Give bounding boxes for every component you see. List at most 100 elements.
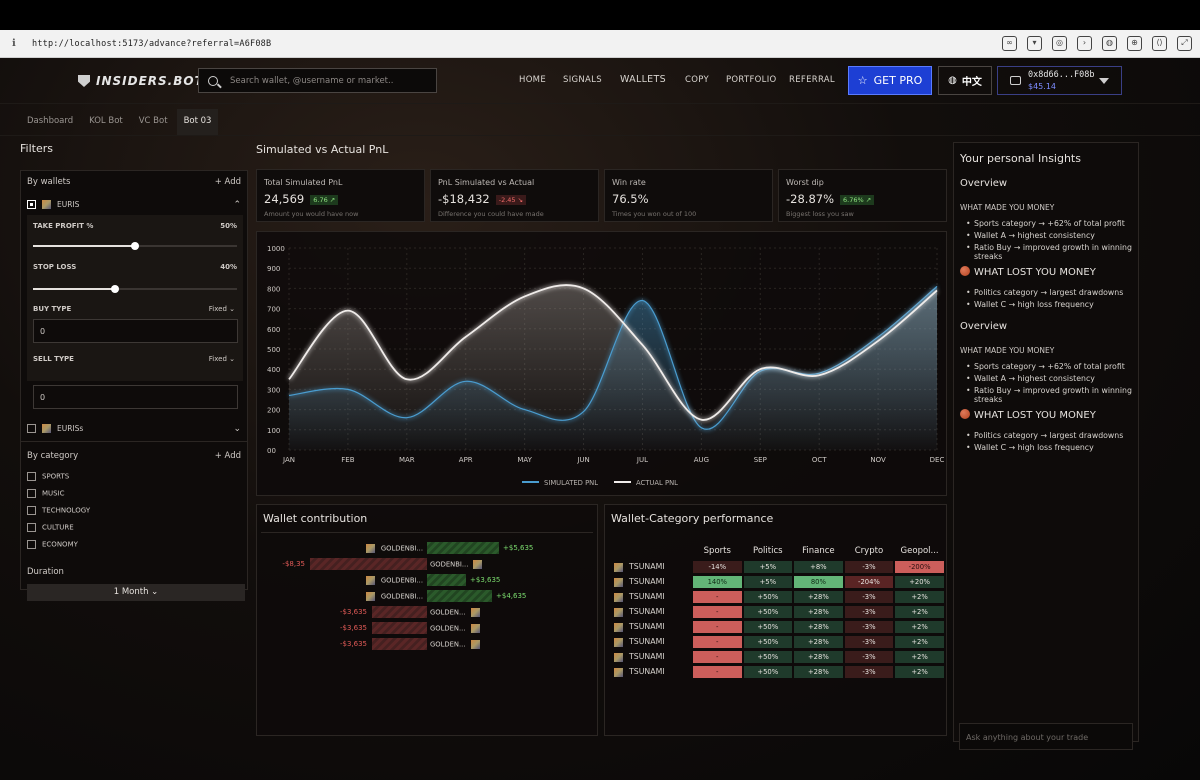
- performance-cell: +2%: [895, 651, 944, 663]
- negative-bar[interactable]: [310, 558, 427, 570]
- performance-cell: +2%: [895, 591, 944, 603]
- tab-vc-bot[interactable]: VC Bot: [132, 109, 175, 135]
- take-profit-slider[interactable]: [33, 242, 237, 250]
- category-checkbox[interactable]: [27, 523, 36, 532]
- search-box[interactable]: Search wallet, @username or market..: [198, 68, 437, 93]
- tab-bot-03[interactable]: Bot 03: [176, 109, 219, 135]
- tab-kol-bot[interactable]: KOL Bot: [82, 109, 130, 135]
- nav-home[interactable]: HOME: [519, 75, 546, 85]
- url-text[interactable]: http://localhost:5173/advance?referral=A…: [32, 39, 271, 49]
- target-icon[interactable]: ⊕: [1127, 36, 1142, 51]
- chevron-up-icon[interactable]: ⌃: [233, 200, 241, 210]
- avatar: [614, 607, 623, 617]
- chevron-down-icon[interactable]: ⌄: [233, 424, 241, 434]
- table-row[interactable]: TSUNAMI - +50% +28% -3% +2%: [612, 666, 944, 678]
- table-row[interactable]: TSUNAMI -14% +5% +8% -3% -200%: [612, 561, 944, 573]
- wallet-checkbox[interactable]: [27, 424, 36, 433]
- wallet-dropdown[interactable]: 0x8d66...F08b $45.14: [997, 66, 1122, 95]
- add-wallet-button[interactable]: + Add: [215, 177, 241, 187]
- ask-input[interactable]: Ask anything about your trade: [959, 723, 1133, 750]
- slider-handle[interactable]: [110, 285, 119, 293]
- table-row[interactable]: TSUNAMI - +50% +28% -3% +2%: [612, 606, 944, 618]
- terminal-icon[interactable]: ›: [1077, 36, 1092, 51]
- contribution-value: -$3,635: [339, 640, 367, 648]
- performance-cell: -: [693, 621, 742, 633]
- category-item[interactable]: SPORTS: [27, 472, 241, 481]
- wallet-checkbox[interactable]: [27, 200, 36, 209]
- kpi-value: 76.5%: [612, 192, 649, 206]
- table-row[interactable]: TSUNAMI - +50% +28% -3% +2%: [612, 651, 944, 663]
- expand-icon[interactable]: ⤢: [1177, 36, 1192, 51]
- camera-icon[interactable]: ◎: [1052, 36, 1067, 51]
- info-icon[interactable]: ℹ: [12, 38, 22, 49]
- tab-dashboard[interactable]: Dashboard: [20, 109, 80, 135]
- browser-url-bar[interactable]: ℹ http://localhost:5173/advance?referral…: [0, 30, 1200, 58]
- take-profit-label: TAKE PROFIT %: [33, 222, 94, 230]
- y-tick-label: 400: [267, 366, 280, 374]
- category-checkbox[interactable]: [27, 506, 36, 515]
- made-money-heading: WHAT MADE YOU MONEY: [960, 203, 1055, 212]
- wallet-label: GODENBI...: [430, 560, 488, 569]
- nav-referral[interactable]: REFERRAL: [789, 75, 835, 85]
- wallet-item-euriss[interactable]: EURISs ⌄: [27, 424, 241, 434]
- kpi-card: Total Simulated PnL 24,569 6.76 ↗ Amount yo…: [256, 169, 425, 222]
- link-icon[interactable]: ∞: [1002, 36, 1017, 51]
- stop-loss-slider[interactable]: [33, 285, 237, 293]
- performance-cell: -: [693, 606, 742, 618]
- nav-copy[interactable]: COPY: [685, 75, 709, 85]
- nav-signals[interactable]: SIGNALS: [563, 75, 602, 85]
- positive-bar[interactable]: [427, 574, 466, 586]
- column-header[interactable]: Finance: [794, 544, 843, 558]
- category-checkbox[interactable]: [27, 489, 36, 498]
- kpi-value: 24,569: [264, 192, 305, 206]
- table-row[interactable]: TSUNAMI - +50% +28% -3% +2%: [612, 636, 944, 648]
- row-wallet: TSUNAMI: [612, 666, 691, 678]
- negative-bar[interactable]: [372, 638, 427, 650]
- wallet-item-euris[interactable]: EURIS ⌃: [27, 200, 241, 210]
- nav-portfolio[interactable]: PORTFOLIO: [726, 75, 777, 85]
- category-item[interactable]: MUSIC: [27, 489, 241, 498]
- search-input[interactable]: Search wallet, @username or market..: [230, 76, 393, 86]
- code-icon[interactable]: ⟨⟩: [1152, 36, 1167, 51]
- table-row[interactable]: TSUNAMI 140% +5% 80% -204% +20%: [612, 576, 944, 588]
- add-category-button[interactable]: + Add: [215, 451, 241, 461]
- lost-money-heading: WHAT LOST YOU MONEY: [960, 266, 1096, 278]
- globe-icon[interactable]: ◍: [1102, 36, 1117, 51]
- category-item[interactable]: ECONOMY: [27, 540, 241, 549]
- nav-wallets[interactable]: WALLETS: [620, 74, 666, 85]
- caret-down-icon: [1099, 78, 1109, 84]
- positive-bar[interactable]: [427, 542, 499, 554]
- browser-toolbar: ∞ ▾ ◎ › ◍ ⊕ ⟨⟩ ⤢: [1002, 36, 1192, 51]
- get-pro-button[interactable]: ☆ GET PRO: [848, 66, 932, 95]
- pnl-chart: 1000 900 800 700 600 500 400 300 200 100 00 JAN FEB M…: [267, 245, 944, 487]
- column-header[interactable]: Geopol...: [895, 544, 944, 558]
- download-icon[interactable]: ▾: [1027, 36, 1042, 51]
- category-item[interactable]: CULTURE: [27, 523, 241, 532]
- negative-bar[interactable]: [372, 606, 427, 618]
- positive-bar[interactable]: [427, 590, 492, 602]
- stop-loss-fill: [33, 288, 115, 290]
- category-item[interactable]: TECHNOLOGY: [27, 506, 241, 515]
- category-checkbox[interactable]: [27, 540, 36, 549]
- legend-label: ACTUAL PNL: [636, 479, 678, 487]
- negative-bar[interactable]: [372, 622, 427, 634]
- slider-handle[interactable]: [131, 242, 139, 250]
- kpi-description: Biggest loss you saw: [786, 210, 854, 218]
- wallet-name: TSUNAMI: [629, 592, 665, 602]
- category-checkbox[interactable]: [27, 472, 36, 481]
- performance-cell: 80%: [794, 576, 843, 588]
- duration-select[interactable]: 1 Month ⌄: [27, 584, 245, 601]
- buy-type-select[interactable]: Fixed ⌄: [209, 305, 235, 313]
- logo[interactable]: INSIDERS.BOT: [78, 74, 204, 88]
- column-header[interactable]: Sports: [693, 544, 742, 558]
- language-button[interactable]: ◍ 中文: [938, 66, 992, 95]
- column-header[interactable]: Politics: [744, 544, 793, 558]
- sell-type-select[interactable]: Fixed ⌄: [209, 355, 235, 363]
- performance-cell: -3%: [844, 591, 894, 603]
- buy-amount-input[interactable]: 0: [33, 319, 238, 343]
- sell-amount-input[interactable]: 0: [33, 385, 238, 409]
- category-label: TECHNOLOGY: [42, 506, 91, 515]
- table-row[interactable]: TSUNAMI - +50% +28% -3% +2%: [612, 621, 944, 633]
- column-header[interactable]: Crypto: [845, 544, 894, 558]
- table-row[interactable]: TSUNAMI - +50% +28% -3% +2%: [612, 591, 944, 603]
